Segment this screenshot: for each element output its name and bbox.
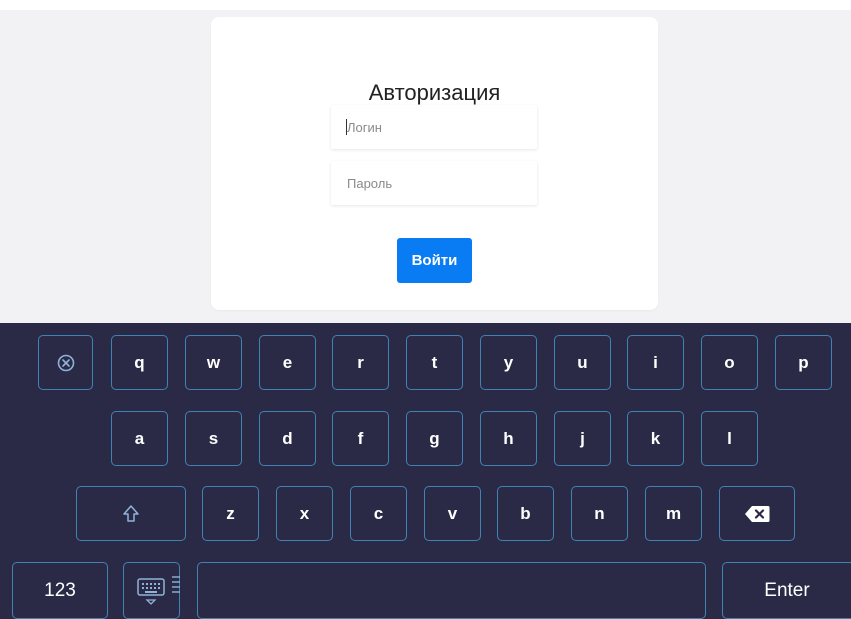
key-r[interactable]: r (332, 335, 389, 390)
key-f[interactable]: f (332, 411, 389, 466)
close-keyboard-key[interactable] (38, 335, 93, 390)
enter-key[interactable]: Enter (722, 562, 851, 619)
close-circle-icon (56, 353, 76, 373)
login-title: Авторизация (368, 80, 501, 105)
login-button[interactable]: Войти (397, 238, 472, 283)
key-p[interactable]: p (775, 335, 832, 390)
key-n[interactable]: n (571, 486, 628, 541)
shift-key[interactable] (76, 486, 186, 541)
top-edge (0, 0, 851, 10)
key-w[interactable]: w (185, 335, 242, 390)
key-a[interactable]: a (111, 411, 168, 466)
key-v[interactable]: v (424, 486, 481, 541)
backspace-key[interactable] (719, 486, 795, 541)
key-y[interactable]: y (480, 335, 537, 390)
key-c[interactable]: c (350, 486, 407, 541)
text-caret (346, 119, 347, 135)
page: Авторизация Войти q w e r t y u i o p (0, 0, 851, 619)
backspace-icon (744, 505, 770, 523)
key-g[interactable]: g (406, 411, 463, 466)
key-s[interactable]: s (185, 411, 242, 466)
login-input[interactable] (331, 105, 537, 149)
layout-switch-key[interactable] (123, 562, 180, 619)
shift-arrow-icon (121, 504, 141, 524)
key-t[interactable]: t (406, 335, 463, 390)
key-z[interactable]: z (202, 486, 259, 541)
key-l[interactable]: l (701, 411, 758, 466)
key-j[interactable]: j (554, 411, 611, 466)
key-u[interactable]: u (554, 335, 611, 390)
key-q[interactable]: q (111, 335, 168, 390)
key-x[interactable]: x (276, 486, 333, 541)
password-input[interactable] (331, 161, 537, 205)
key-k[interactable]: k (627, 411, 684, 466)
key-d[interactable]: d (259, 411, 316, 466)
login-card: Авторизация Войти (211, 17, 658, 310)
numbers-key[interactable]: 123 (12, 562, 108, 619)
space-key[interactable] (197, 562, 706, 619)
content-area: Авторизация Войти (0, 0, 851, 323)
virtual-keyboard: q w e r t y u i o p a s d f g h j k l z … (0, 323, 851, 619)
key-b[interactable]: b (497, 486, 554, 541)
key-e[interactable]: e (259, 335, 316, 390)
keyboard-icon (136, 574, 180, 608)
key-h[interactable]: h (480, 411, 537, 466)
key-o[interactable]: o (701, 335, 758, 390)
key-m[interactable]: m (645, 486, 702, 541)
key-i[interactable]: i (627, 335, 684, 390)
